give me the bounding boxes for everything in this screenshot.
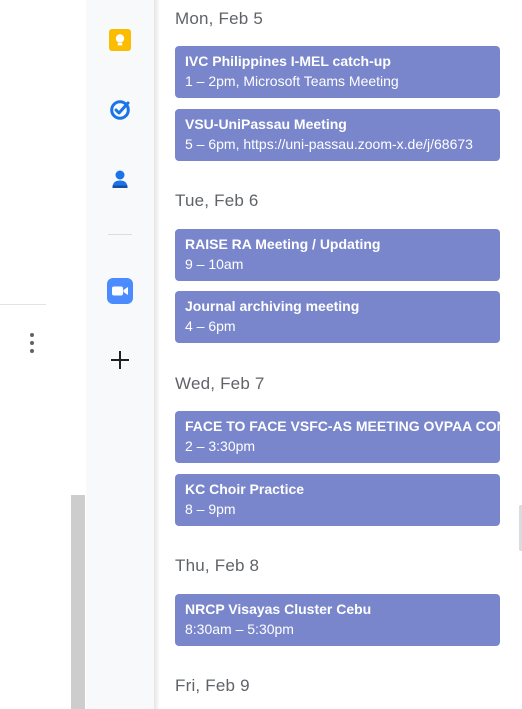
day-header: Thu, Feb 8 (175, 556, 260, 575)
day-header: Fri, Feb 9 (175, 676, 250, 695)
event-chip[interactable]: Journal archiving meeting 4 – 6pm (175, 291, 500, 343)
day-header: Wed, Feb 7 (175, 374, 265, 393)
event-time: 5 – 6pm, https://uni-passau.zoom-x.de/j/… (185, 136, 473, 152)
event-title: NRCP Visayas Cluster Cebu (185, 601, 372, 617)
side-panel (86, 0, 154, 709)
event-time: 4 – 6pm (185, 318, 236, 334)
panel-shadow (154, 0, 160, 709)
tasks-icon[interactable] (106, 95, 134, 123)
event-title: KC Choir Practice (185, 481, 305, 497)
event-title: RAISE RA Meeting / Updating (185, 236, 381, 252)
left-pane (0, 0, 86, 709)
event-title: Journal archiving meeting (185, 298, 360, 314)
zoom-icon[interactable] (106, 277, 134, 305)
day-header: Mon, Feb 5 (175, 9, 263, 28)
divider (108, 234, 132, 235)
contacts-icon[interactable] (106, 165, 134, 193)
event-chip[interactable]: RAISE RA Meeting / Updating 9 – 10am (175, 229, 500, 281)
plus-icon (111, 351, 129, 369)
add-app-button[interactable] (106, 346, 134, 374)
day-header: Tue, Feb 6 (175, 191, 259, 210)
keep-icon[interactable] (106, 26, 134, 54)
event-chip[interactable]: IVC Philippines I-MEL catch-up 1 – 2pm, … (175, 46, 500, 98)
scrollbar[interactable] (71, 495, 85, 709)
event-time: 9 – 10am (185, 256, 244, 272)
event-title: VSU-UniPassau Meeting (185, 116, 347, 132)
event-time: 1 – 2pm, Microsoft Teams Meeting (185, 73, 399, 89)
event-title: FACE TO FACE VSFC-AS MEETING OVPAA CON (185, 418, 500, 434)
event-chip[interactable]: NRCP Visayas Cluster Cebu 8:30am – 5:30p… (175, 594, 500, 646)
event-chip[interactable]: FACE TO FACE VSFC-AS MEETING OVPAA CON 2… (175, 411, 500, 463)
event-title: IVC Philippines I-MEL catch-up (185, 53, 391, 69)
event-time: 2 – 3:30pm (185, 438, 256, 454)
agenda-list: Mon, Feb 5 IVC Philippines I-MEL catch-u… (154, 0, 522, 709)
event-time: 8 – 9pm (185, 501, 236, 517)
divider (0, 304, 46, 305)
event-chip[interactable]: KC Choir Practice 8 – 9pm (175, 474, 500, 526)
more-options-icon[interactable] (26, 333, 38, 353)
event-time: 8:30am – 5:30pm (185, 621, 294, 637)
event-chip[interactable]: VSU-UniPassau Meeting 5 – 6pm, https://u… (175, 109, 500, 161)
